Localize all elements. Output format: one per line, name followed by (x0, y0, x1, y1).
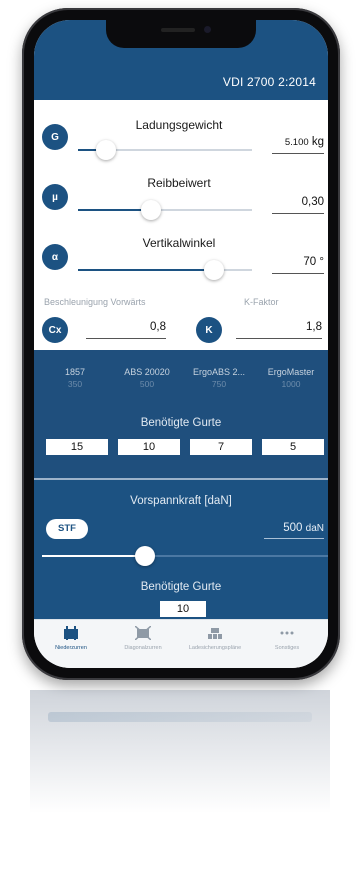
cx-value: 0,8 (150, 321, 166, 333)
required-belts-1857: 15 (46, 439, 108, 455)
required-belts-title: Benötigte Gurte (140, 417, 222, 429)
friction-value-field[interactable]: 0,30 (262, 196, 324, 208)
belt-column-ergoabs[interactable]: ErgoABS 2... 750 (184, 367, 254, 389)
friction-underline (272, 213, 324, 214)
pretension-slider[interactable] (42, 546, 328, 566)
pretension-title: Vorspannkraft [daN] (130, 495, 232, 507)
load-plan-icon (208, 628, 222, 639)
belt-capacity: 750 (211, 379, 227, 389)
tab-diagonalzurren[interactable]: Diagonalzurren (108, 626, 178, 651)
pretension-required-value: 10 (160, 601, 206, 617)
lashing-icon (64, 626, 78, 640)
vertical-angle-symbol: α (42, 244, 68, 270)
tab-sonstiges[interactable]: Sonstiges (252, 626, 322, 651)
standard-title: VDI 2700 2:2014 (222, 75, 316, 89)
tab-label: Niederzurren (55, 645, 87, 651)
acceleration-label: Beschleunigung Vorwärts (44, 297, 146, 307)
front-camera (204, 26, 211, 33)
phone-frame: VDI 2700 2:2014 G Ladungsgewicht 5.100 k… (22, 8, 340, 680)
belt-capacity: 500 (139, 379, 155, 389)
pretension-slider-fill (42, 555, 145, 557)
load-weight-slider[interactable] (78, 140, 252, 160)
reflection-ghost (48, 712, 312, 722)
k-underline (236, 338, 322, 339)
tab-ladesicherungsplaene[interactable]: Ladesicherungspläne (180, 626, 250, 651)
k-factor-label: K-Faktor (244, 297, 279, 307)
belt-capacity: 350 (67, 379, 83, 389)
vertical-angle-unit: ° (319, 256, 324, 268)
belt-column-ergomaster[interactable]: ErgoMaster 1000 (256, 367, 326, 389)
load-weight-label: Ladungsgewicht (135, 118, 223, 132)
belt-name: ErgoMaster (267, 367, 315, 377)
belt-column-abs20020[interactable]: ABS 20020 500 (112, 367, 182, 389)
required-belts-ergomaster: 5 (262, 439, 324, 455)
tab-label: Ladesicherungspläne (188, 645, 242, 651)
pretension-panel: Vorspannkraft [daN] STF 500 daN Benötigt… (34, 480, 328, 620)
slider-row-load-weight: G Ladungsgewicht 5.100 kg (34, 108, 328, 168)
vertical-angle-underline (272, 273, 324, 274)
tab-label: Sonstiges (274, 645, 300, 651)
belt-name: ErgoABS 2... (192, 367, 246, 377)
slider-row-friction: µ Reibbeiwert 0,30 (34, 168, 328, 228)
load-weight-underline (272, 153, 324, 154)
required-belts-abs20020: 10 (118, 439, 180, 455)
belt-capacity: 1000 (281, 379, 301, 389)
pretension-unit: daN (305, 523, 324, 534)
more-icon (280, 631, 294, 635)
load-weight-unit: kg (311, 136, 324, 148)
vertical-angle-slider[interactable] (78, 260, 252, 280)
stf-button[interactable]: STF (46, 519, 88, 539)
pretension-required-title: Benötigte Gurte (140, 581, 222, 593)
pretension-value-field[interactable]: 500 daN (260, 522, 324, 534)
vertical-angle-slider-fill (78, 269, 214, 271)
cx-symbol: Cx (42, 317, 68, 343)
required-belts-ergoabs: 7 (190, 439, 252, 455)
slider-row-vertical-angle: α Vertikalwinkel 70 ° (34, 228, 328, 288)
phone-reflection (30, 690, 330, 880)
phone-notch (106, 20, 256, 48)
pretension-value: 500 (283, 522, 303, 534)
app-screen: VDI 2700 2:2014 G Ladungsgewicht 5.100 k… (34, 20, 328, 668)
k-value-field[interactable]: 1,8 (242, 321, 322, 333)
belt-column-1857[interactable]: 1857 350 (40, 367, 110, 389)
diagonal-lashing-icon (135, 626, 151, 640)
pretension-slider-thumb[interactable] (134, 546, 155, 566)
tab-label: Diagonalzurren (124, 645, 162, 651)
belt-types-panel: 1857 350 ABS 20020 500 ErgoABS 2... 750 … (34, 350, 328, 478)
vertical-angle-slider-thumb[interactable] (203, 260, 224, 280)
load-weight-symbol: G (42, 124, 68, 150)
k-symbol: K (196, 317, 222, 343)
cx-underline (86, 338, 166, 339)
load-weight-value: 5.100 (284, 137, 309, 148)
friction-slider-thumb[interactable] (141, 200, 162, 220)
vertical-angle-value-field[interactable]: 70 ° (262, 256, 324, 268)
vertical-angle-label: Vertikalwinkel (142, 236, 216, 250)
load-weight-slider-thumb[interactable] (95, 140, 116, 160)
friction-label: Reibbeiwert (147, 176, 211, 190)
bottom-tab-bar: Niederzurren Diagonalzurren Ladesicherun… (34, 619, 328, 668)
friction-symbol: µ (42, 184, 68, 210)
speaker (161, 28, 195, 32)
friction-value: 0,30 (301, 196, 324, 208)
friction-slider[interactable] (78, 200, 252, 220)
belt-name: ABS 20020 (124, 367, 170, 377)
pretension-underline (264, 538, 324, 539)
tab-niederzurren[interactable]: Niederzurren (36, 626, 106, 651)
k-value: 1,8 (306, 321, 322, 333)
belt-name: 1857 (64, 367, 86, 377)
vertical-angle-value: 70 (303, 256, 317, 268)
cx-value-field[interactable]: 0,8 (94, 321, 166, 333)
load-weight-value-field[interactable]: 5.100 kg (262, 136, 324, 148)
